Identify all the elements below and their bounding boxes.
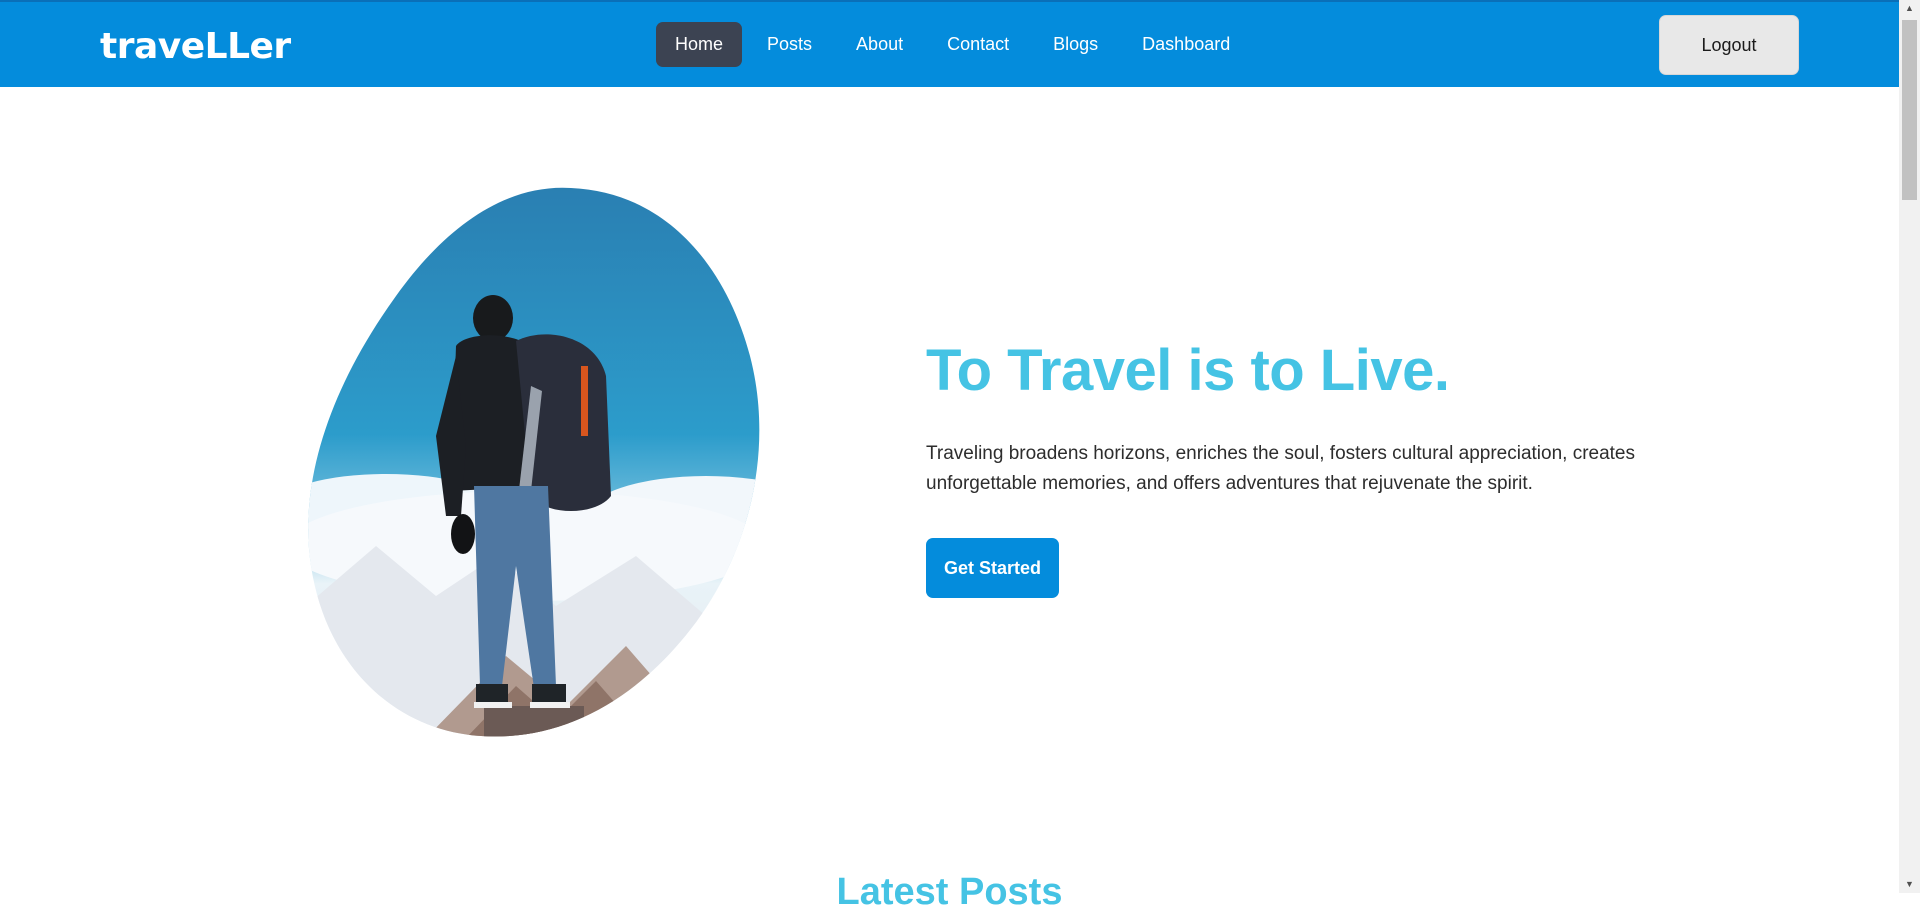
scrollbar-thumb[interactable]: [1902, 20, 1917, 200]
navbar: traveLLer Home Posts About Contact Blogs…: [0, 2, 1899, 87]
nav-item-dashboard[interactable]: Dashboard: [1123, 22, 1249, 67]
nav-item-posts[interactable]: Posts: [748, 22, 831, 67]
nav-links: Home Posts About Contact Blogs Dashboard: [656, 22, 1255, 67]
get-started-button[interactable]: Get Started: [926, 538, 1059, 598]
hero-image: [306, 186, 778, 738]
scroll-down-arrow-icon[interactable]: ▼: [1899, 876, 1920, 893]
hero-description: Traveling broadens horizons, enriches th…: [926, 443, 1636, 494]
logout-button[interactable]: Logout: [1659, 15, 1799, 75]
latest-posts-heading: Latest Posts: [836, 871, 1063, 913]
page-scrollbar[interactable]: ▲ ▼: [1899, 0, 1920, 893]
brand-logo[interactable]: traveLLer: [100, 26, 291, 67]
hiker-illustration: [308, 187, 760, 737]
nav-item-home[interactable]: Home: [656, 22, 743, 67]
nav-item-contact[interactable]: Contact: [928, 22, 1028, 67]
nav-item-blogs[interactable]: Blogs: [1034, 22, 1117, 67]
nav-item-about[interactable]: About: [837, 22, 922, 67]
hero-title: To Travel is to Live.: [926, 338, 1450, 403]
scroll-up-arrow-icon[interactable]: ▲: [1899, 0, 1920, 17]
